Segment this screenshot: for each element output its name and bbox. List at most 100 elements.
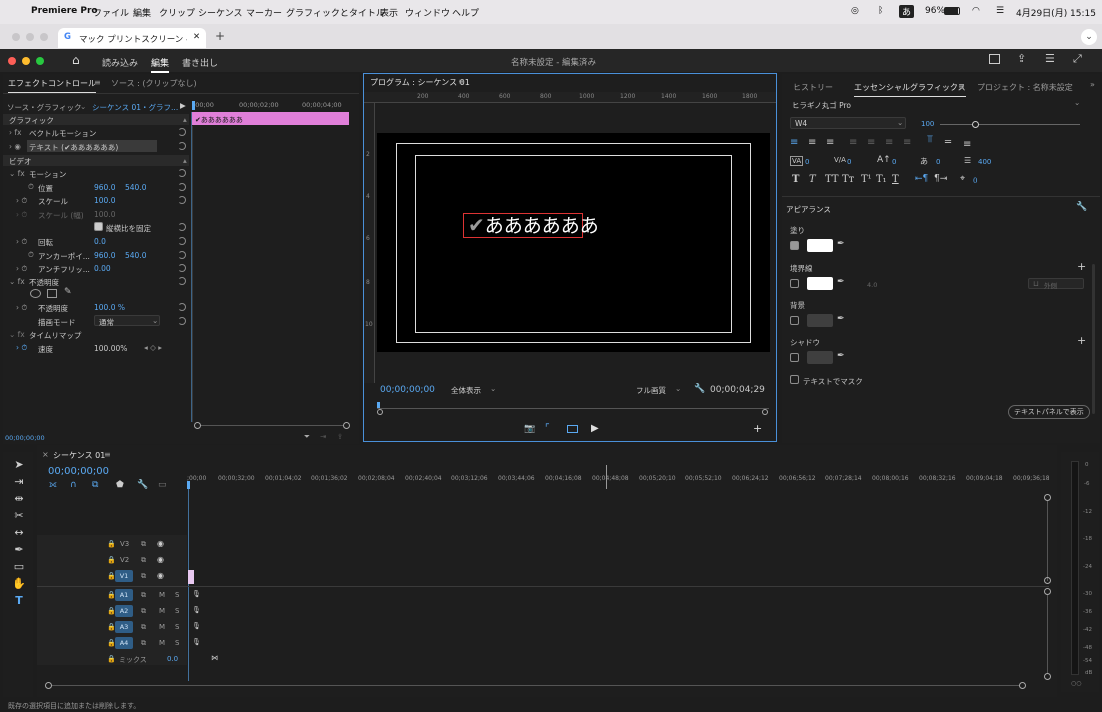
stopwatch-icon[interactable]: ⏱ (28, 182, 34, 192)
selection-tool-icon[interactable]: ➤ (12, 458, 26, 472)
mix-end-icon[interactable]: ⋈ (211, 654, 218, 662)
mic-icon[interactable]: 🎙 (192, 638, 201, 646)
ime-indicator[interactable]: あ (899, 5, 915, 18)
safe-margins-icon[interactable] (567, 425, 578, 433)
shadow-checkbox[interactable] (790, 353, 799, 362)
track-a3-label[interactable]: A3 (115, 621, 133, 633)
stroke-checkbox[interactable] (790, 279, 799, 288)
align-center-icon[interactable]: ≡ (808, 137, 816, 148)
pen-tool-icon[interactable]: ✒ (12, 543, 26, 557)
fullscreen-icon[interactable]: ⤢ (1073, 52, 1082, 66)
align-right-icon[interactable]: ≡ (826, 137, 834, 148)
browser-zoom-dot[interactable] (40, 33, 48, 41)
track-v2-label[interactable]: V2 (120, 556, 129, 564)
eye-icon[interactable]: ◉ (157, 555, 164, 564)
type-tool-icon[interactable]: T (12, 594, 26, 608)
reset-icon[interactable] (178, 223, 186, 231)
mic-icon[interactable]: 🎙 (192, 590, 201, 598)
stroke-position-dropdown[interactable]: ⊔ 外側 (1028, 278, 1084, 290)
mute-button[interactable]: M (159, 639, 165, 647)
timeline-graphic-clip[interactable] (188, 570, 194, 584)
opacity-value[interactable]: 100.0 % (94, 303, 125, 312)
timeline-h-scrollbar[interactable] (45, 682, 1027, 690)
tab-import[interactable]: 読み込み (102, 56, 138, 69)
panel-menu-icon[interactable]: ≡ (104, 450, 111, 459)
align-middle-icon[interactable]: ═ (945, 137, 951, 148)
menu-file[interactable]: ファイル (93, 6, 129, 19)
ec-clip[interactable]: ✔ああああああ (192, 112, 349, 125)
v-scroll-bottom[interactable] (1044, 577, 1051, 584)
timeline-playhead[interactable] (187, 481, 190, 489)
superscript-button[interactable]: T¹ (861, 174, 872, 185)
reset-icon[interactable] (178, 183, 186, 191)
workspace-icon[interactable] (989, 54, 1000, 64)
play-icon[interactable]: ▶ (180, 101, 186, 110)
uniform-scale-checkbox[interactable] (94, 222, 103, 231)
menu-help[interactable]: ヘルプ (452, 6, 479, 19)
window-close-button[interactable] (8, 57, 16, 65)
justify-left-icon[interactable]: ≡ (849, 137, 857, 148)
sync-icon[interactable]: ⧉ (141, 639, 146, 648)
tab-essential-graphics[interactable]: エッセンシャルグラフィックス (854, 82, 966, 97)
baseline-value[interactable]: 0 (892, 158, 896, 166)
filter-icon[interactable]: ⏷ (304, 432, 310, 442)
text-layer-label[interactable]: テキスト (✔ああああああ) (29, 142, 118, 153)
show-in-text-panel-button[interactable]: テキストパネルで表示 (1008, 405, 1090, 419)
window-minimize-button[interactable] (22, 57, 30, 65)
expand-icon[interactable]: › ⏱ (16, 264, 27, 274)
anchor-x[interactable]: 960.0 (94, 251, 115, 260)
solo-meter-icon[interactable]: ○○ (1071, 680, 1081, 687)
a-scroll-top[interactable] (1044, 588, 1051, 595)
add-stroke-icon[interactable]: + (1077, 260, 1086, 273)
font-size-slider[interactable] (940, 121, 1080, 128)
tab-source[interactable]: ソース : (クリップなし) (111, 78, 197, 89)
panel-menu-icon[interactable]: ≡ (94, 78, 101, 87)
time-remap-label[interactable]: タイムリマップ (29, 330, 81, 341)
font-dropdown[interactable]: ヒラギノ丸ゴ Pro ⌄ (790, 98, 1084, 111)
collapse-icon[interactable]: ▴ (183, 115, 187, 124)
add-button-icon[interactable]: + (753, 422, 762, 435)
weight-dropdown[interactable]: W4 ⌄ (790, 117, 906, 129)
add-shadow-icon[interactable]: + (1077, 334, 1086, 347)
share-icon[interactable]: ⇪ (1017, 52, 1026, 65)
mark-in-icon[interactable]: ⌜ (545, 423, 550, 434)
browser-minimize-dot[interactable] (26, 33, 34, 41)
source-dropdown-icon[interactable]: ⌄ (80, 102, 86, 111)
hand-tool-icon[interactable]: ✋ (12, 577, 26, 591)
home-icon[interactable]: ⌂ (72, 53, 80, 67)
mic-icon[interactable]: 🎙 (192, 622, 201, 630)
mask-text-checkbox[interactable] (790, 375, 799, 384)
eyedropper-icon[interactable]: ✒ (837, 351, 845, 361)
justify-all-icon[interactable]: ≡ (903, 137, 911, 148)
settings-icon[interactable]: ☰ (1045, 52, 1055, 65)
lock-icon[interactable]: 🔒 (107, 556, 116, 564)
ec-timecode[interactable]: 00;00;00;00 (5, 434, 45, 442)
reset-icon[interactable] (178, 251, 186, 259)
video-canvas[interactable]: ✔ああああああ (377, 133, 770, 352)
rect-mask-icon[interactable] (47, 289, 57, 298)
add-marker-icon[interactable]: ⬟ (116, 480, 124, 490)
zoom-dropdown[interactable]: 全体表示 ⌄ (447, 384, 501, 396)
reset-icon[interactable] (178, 303, 186, 311)
nest-icon[interactable]: ⟗ (49, 480, 57, 490)
align-top-icon[interactable]: ⫪ (927, 134, 933, 145)
track-v3-label[interactable]: V3 (120, 540, 129, 548)
background-checkbox[interactable] (790, 316, 799, 325)
tab-project[interactable]: プロジェクト : 名称未設定 (977, 82, 1073, 93)
menu-edit[interactable]: 編集 (133, 6, 151, 19)
expand-icon[interactable]: › ⏱ (16, 237, 27, 247)
kerning-icon[interactable]: V/A (834, 156, 846, 164)
eye-icon[interactable]: ◉ (157, 539, 164, 548)
reset-icon[interactable] (178, 317, 186, 325)
wrench-icon[interactable]: 🔧 (1076, 202, 1087, 212)
wrench-icon[interactable]: 🔧 (694, 384, 705, 394)
browser-close-dot[interactable] (12, 33, 20, 41)
position-y[interactable]: 540.0 (125, 183, 146, 192)
solo-button[interactable]: S (175, 639, 179, 647)
faux-bold-button[interactable]: T (792, 174, 799, 185)
sync-icon[interactable]: ⧉ (141, 556, 146, 565)
program-scrubber[interactable] (377, 402, 769, 415)
more-panels-icon[interactable]: » (1090, 80, 1095, 89)
linked-selection-icon[interactable]: ⧉ (92, 480, 98, 490)
sync-icon[interactable]: ⧉ (141, 540, 146, 549)
